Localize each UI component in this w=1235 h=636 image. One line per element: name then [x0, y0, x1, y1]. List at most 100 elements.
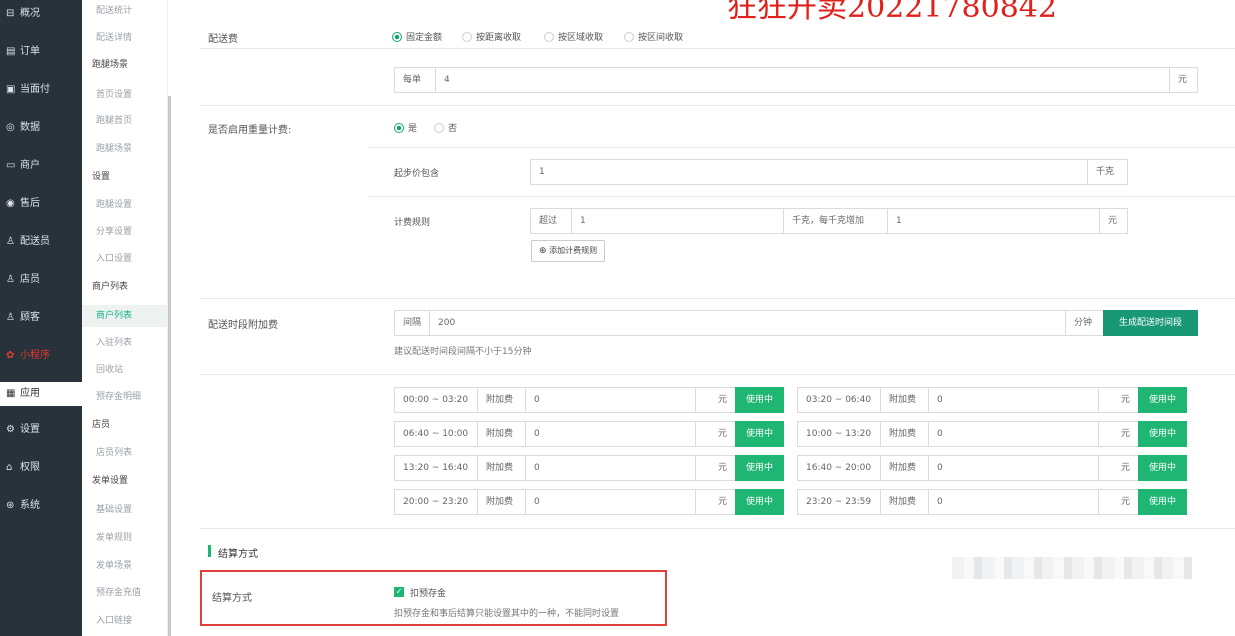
radio-by-area[interactable]: 按区域收取 — [544, 30, 603, 43]
subnav-item[interactable]: 店员列表 — [82, 442, 168, 464]
subnav-item[interactable]: 跑腿首页 — [82, 110, 168, 132]
interval-addon: 间隔 — [403, 318, 422, 328]
checkbox-checked-icon[interactable]: ✓ — [394, 587, 404, 597]
system-icon: ⊛ — [6, 500, 15, 511]
nav-item-merchants[interactable]: ▭ 商户 — [0, 154, 82, 178]
section-accent-bar — [208, 545, 211, 557]
surcharge-input[interactable]: 0 — [525, 490, 695, 514]
delivery-fee-label: 配送费 — [208, 34, 238, 45]
billing-rule-label: 计费规则 — [394, 218, 431, 228]
surcharge-addon: 附加费 — [477, 422, 525, 446]
sub-sidebar: 配送统计 配送详情 跑腿场景 首页设置 跑腿首页 跑腿场景 设置 跑腿设置 分享设置 入口设置 商户… — [82, 0, 168, 636]
subnav-group-title: 店员 — [92, 420, 111, 430]
in-use-button[interactable]: 使用中 — [1138, 421, 1187, 447]
in-use-button[interactable]: 使用中 — [735, 387, 784, 413]
subnav-item[interactable]: 预存金充值 — [82, 582, 168, 604]
subnav-item[interactable]: 商户列表 — [82, 305, 168, 327]
subnav-item[interactable]: 配送统计 — [82, 0, 168, 22]
subnav-item[interactable]: 入驻列表 — [82, 332, 168, 354]
time-slot-row: 16:40 ~ 20:00 附加费 0 元使用中 — [797, 455, 1187, 481]
subnav-item[interactable]: 首页设置 — [82, 84, 168, 106]
surcharge-addon: 附加费 — [880, 388, 928, 412]
subnav-item[interactable]: 配送详情 — [82, 27, 168, 49]
billing-rule-input-group: 超过 1 千克，每千克增加 1 元 — [530, 208, 1128, 234]
radio-weight-no[interactable]: 否 — [434, 121, 457, 134]
surcharge-unit: 元 — [695, 456, 735, 480]
time-slot-row: 13:20 ~ 16:40 附加费 0 元使用中 — [394, 455, 784, 481]
interval-input[interactable]: 200 — [429, 311, 1065, 335]
radio-weight-yes[interactable]: 是 — [394, 121, 417, 134]
nav-item-customers[interactable]: ♙ 顾客 — [0, 306, 82, 330]
time-slot-row: 06:40 ~ 10:00 附加费 0 元使用中 — [394, 421, 784, 447]
in-use-button[interactable]: 使用中 — [735, 455, 784, 481]
surcharge-input[interactable]: 0 — [928, 422, 1098, 446]
nav-item-settings[interactable]: ⚙ 设置 — [0, 418, 82, 442]
in-use-button[interactable]: 使用中 — [735, 489, 784, 515]
in-use-button[interactable]: 使用中 — [735, 421, 784, 447]
surcharge-input[interactable]: 0 — [928, 456, 1098, 480]
surcharge-input[interactable]: 0 — [525, 388, 695, 412]
subnav-item[interactable]: 分享设置 — [82, 221, 168, 243]
permissions-icon: ⌂ — [6, 462, 13, 473]
nav-label: 系统 — [20, 500, 40, 511]
per-order-addon: 每单 — [403, 75, 422, 85]
nav-label: 当面付 — [20, 84, 50, 95]
surcharge-unit: 元 — [1098, 422, 1138, 446]
start-weight-input-group: 1 千克 — [530, 159, 1128, 185]
scrollbar[interactable] — [168, 96, 171, 636]
nav-item-clerks[interactable]: ♙ 店员 — [0, 268, 82, 292]
subnav-item[interactable]: 预存金明细 — [82, 386, 168, 408]
main-sidebar: ⊟ 概况 ▤ 订单 ▣ 当面付 ◎ 数据 ▭ 商户 ◉ 售后 ♙ 配送员 ♙ 店员 ♙ 顾客 ✿ 小程序 ▦ 应用 ⚙ 设置 ⌂… — [0, 0, 82, 636]
subnav-item[interactable]: 回收站 — [82, 359, 168, 381]
start-weight-label: 起步价包含 — [394, 169, 440, 179]
nav-item-data[interactable]: ◎ 数据 — [0, 116, 82, 140]
radio-by-distance[interactable]: 按距离收取 — [462, 30, 521, 43]
time-range: 10:00 ~ 13:20 — [806, 429, 872, 439]
nav-item-system[interactable]: ⊛ 系统 — [0, 494, 82, 518]
surcharge-input[interactable]: 0 — [928, 388, 1098, 412]
per-order-unit: 元 — [1169, 68, 1197, 92]
time-range: 16:40 ~ 20:00 — [806, 463, 872, 473]
nav-item-face-pay[interactable]: ▣ 当面付 — [0, 78, 82, 102]
weight-billing-label: 是否启用重量计费: — [208, 125, 292, 136]
subnav-item[interactable]: 基础设置 — [82, 499, 168, 521]
in-use-button[interactable]: 使用中 — [1138, 387, 1187, 413]
nav-item-couriers[interactable]: ♙ 配送员 — [0, 230, 82, 254]
nav-item-overview[interactable]: ⊟ 概况 — [0, 2, 82, 26]
nav-label: 权限 — [20, 462, 40, 473]
surcharge-input[interactable]: 0 — [928, 490, 1098, 514]
nav-item-mini-program[interactable]: ✿ 小程序 — [0, 344, 82, 368]
add-billing-rule-button[interactable]: ⊕ 添加计费规则 — [531, 240, 606, 262]
settlement-method-label: 结算方式 — [212, 593, 252, 604]
surcharge-input[interactable]: 0 — [525, 422, 695, 446]
nav-item-permissions[interactable]: ⌂ 权限 — [0, 456, 82, 480]
surcharge-unit: 元 — [695, 490, 735, 514]
subnav-item[interactable]: 入口链接 — [82, 610, 168, 632]
generate-time-slots-button[interactable]: 生成配送时间段 — [1103, 310, 1198, 336]
divider — [368, 196, 1235, 197]
subnav-item[interactable]: 发单场景 — [82, 555, 168, 577]
start-weight-input[interactable]: 1 — [531, 160, 1087, 184]
per-kg-fee-input[interactable]: 1 — [887, 209, 1099, 233]
surcharge-input[interactable]: 0 — [525, 456, 695, 480]
in-use-button[interactable]: 使用中 — [1138, 489, 1187, 515]
subnav-item[interactable]: 入口设置 — [82, 248, 168, 270]
over-weight-input[interactable]: 1 — [571, 209, 783, 233]
content-area: 狂狂开卖20221780842 配送费 固定金额 按距离收取 按区域收取 按区间… — [172, 0, 1235, 636]
in-use-button[interactable]: 使用中 — [1138, 455, 1187, 481]
subnav-item[interactable]: 跑腿设置 — [82, 194, 168, 216]
nav-item-orders[interactable]: ▤ 订单 — [0, 40, 82, 64]
per-order-input[interactable]: 4 — [435, 68, 1165, 92]
subnav-item[interactable]: 跑腿场景 — [82, 138, 168, 160]
orders-icon: ▤ — [6, 46, 16, 57]
nav-item-after-sales[interactable]: ◉ 售后 — [0, 192, 82, 216]
radio-by-range[interactable]: 按区间收取 — [624, 30, 683, 43]
divider — [200, 298, 1235, 299]
radio-selected-icon — [392, 32, 402, 42]
nav-item-apps[interactable]: ▦ 应用 — [0, 382, 82, 406]
time-slot-row: 23:20 ~ 23:59 附加费 0 元使用中 — [797, 489, 1187, 515]
radio-fixed-amount[interactable]: 固定金额 — [392, 30, 442, 43]
subnav-item[interactable]: 发单规则 — [82, 527, 168, 549]
apps-icon: ▦ — [6, 388, 16, 399]
per-order-input-group: 每单 4 元 — [394, 67, 1198, 93]
